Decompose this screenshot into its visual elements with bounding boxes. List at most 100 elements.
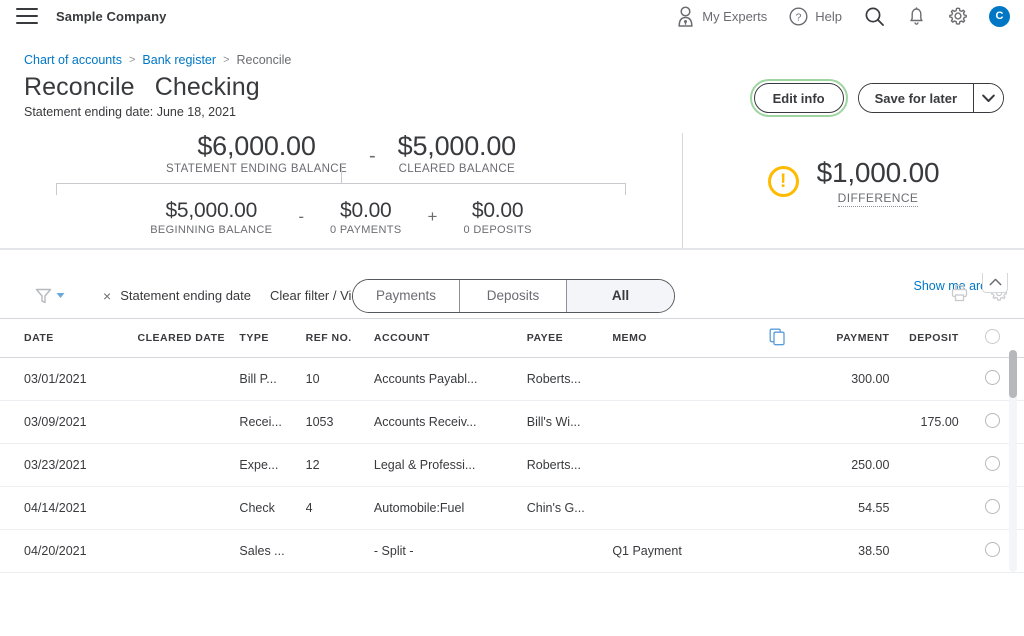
cell-ref-no [305, 529, 374, 573]
column-header-type[interactable]: TYPE [239, 317, 306, 358]
edit-info-button[interactable]: Edit info [753, 83, 844, 113]
table-row[interactable]: 04/20/2021 Sales ... - Split - Q1 Payment 38… [0, 529, 1024, 573]
page-account-name: Checking [154, 73, 260, 101]
row-select-circle-icon[interactable] [984, 412, 1000, 428]
cell-account: Accounts Receiv... [373, 400, 527, 444]
table-scrollbar-thumb[interactable] [1009, 349, 1017, 398]
cell-memo [612, 400, 750, 444]
cell-account: - Split - [373, 572, 527, 580]
cell-date: 03/09/2021 [0, 400, 138, 444]
cell-ref-no: 12 [305, 443, 374, 487]
cell-type: Check [239, 486, 306, 530]
hamburger-menu-icon[interactable] [16, 8, 38, 24]
operator-minus-top: - [368, 144, 376, 167]
column-header-memo[interactable]: MEMO [612, 317, 750, 358]
cell-attachment[interactable] [749, 486, 806, 530]
table-body: 03/01/2021 Bill P... 10 Accounts Payabl... R… [0, 357, 1024, 580]
column-header-date[interactable]: DATE [0, 317, 138, 358]
segment-all[interactable]: All [567, 279, 674, 312]
breadcrumb-chart-of-accounts[interactable]: Chart of accounts [24, 53, 122, 67]
cell-date: 03/01/2021 [0, 357, 138, 401]
cell-payee: Bill's Wi... [526, 400, 613, 444]
printer-icon[interactable] [951, 284, 968, 307]
cell-attachment[interactable] [749, 572, 806, 580]
cell-cleared-date [137, 400, 240, 444]
row-select-circle-icon[interactable] [984, 541, 1000, 557]
search-icon [864, 6, 885, 27]
svg-text:?: ? [796, 11, 802, 23]
cell-payment: 38.50 [805, 529, 890, 573]
page-title: Reconcile Checking [24, 73, 260, 103]
cell-date: 04/20/2021 [0, 529, 138, 573]
table-row[interactable]: 03/23/2021 Expe... 12 Legal & Professi... Ro… [0, 443, 1024, 487]
save-for-later-chevron-down-icon[interactable] [973, 84, 1003, 112]
table-header-row: DATE CLEARED DATE TYPE REF NO. ACCOUNT P… [0, 317, 1024, 358]
cell-memo [612, 357, 750, 401]
notifications-button[interactable] [896, 6, 937, 26]
cell-attachment[interactable] [749, 357, 806, 401]
collapse-summary-chevron-up-icon[interactable] [982, 272, 1008, 293]
row-select-circle-icon[interactable] [984, 455, 1000, 471]
cell-payment: 300.00 [805, 357, 890, 401]
cell-attachment[interactable] [749, 529, 806, 573]
difference-label[interactable]: DIFFERENCE [837, 191, 919, 207]
cell-memo [612, 486, 750, 530]
save-for-later-button[interactable]: Save for later [858, 84, 973, 112]
cell-deposit [889, 486, 961, 530]
deposits-cell: $0.00 0 DEPOSITS [463, 199, 531, 236]
cell-cleared-date [137, 486, 240, 530]
cell-ref-no: 1053 [305, 400, 374, 444]
cell-deposit [889, 572, 961, 580]
breadcrumb: Chart of accounts > Bank register > Reco… [0, 33, 1024, 67]
summary-bracket [56, 164, 626, 195]
cell-attachment[interactable] [749, 400, 806, 444]
difference-values: $1,000.00 DIFFERENCE [817, 157, 940, 207]
column-header-payment[interactable]: PAYMENT [805, 317, 890, 358]
table-scrollbar[interactable] [1009, 349, 1017, 572]
save-for-later-split-button: Save for later [857, 83, 1004, 113]
cell-ref-no: 4 [305, 486, 374, 530]
filter-chip-label: Statement ending date [120, 288, 252, 304]
cell-attachment[interactable] [749, 443, 806, 487]
help-question-icon: ? [789, 6, 808, 26]
user-avatar[interactable]: C [989, 5, 1010, 27]
page-title-block: Reconcile Checking Statement ending date:… [24, 73, 260, 119]
cell-type: Bill P... [239, 357, 306, 401]
column-header-account[interactable]: ACCOUNT [373, 317, 527, 358]
cell-memo: Q1 Payment [612, 529, 750, 573]
column-header-cleared-date[interactable]: CLEARED DATE [137, 317, 240, 358]
segment-payments[interactable]: Payments [353, 279, 460, 312]
select-all-circle-icon[interactable] [984, 329, 1000, 345]
table-row[interactable]: 04/20/2021 Sales ... - Split - Q1 Payment 38… [0, 572, 1024, 580]
cell-type: Sales ... [239, 529, 306, 573]
cell-memo [612, 443, 750, 487]
table-row[interactable]: 03/01/2021 Bill P... 10 Accounts Payabl... R… [0, 357, 1024, 401]
column-header-payee[interactable]: PAYEE [526, 317, 613, 358]
remove-filter-chip-icon[interactable]: × [103, 288, 111, 304]
column-header-deposit[interactable]: DEPOSIT [889, 317, 961, 358]
help-button[interactable]: ? Help [778, 6, 853, 26]
breadcrumb-current-reconcile: Reconcile [236, 53, 292, 67]
company-name: Sample Company [56, 8, 167, 24]
cell-date: 03/23/2021 [0, 443, 138, 487]
cell-select[interactable] [960, 572, 1024, 580]
difference-block: ! $1,000.00 DIFFERENCE [683, 131, 1024, 207]
filter-funnel-icon[interactable] [34, 287, 65, 305]
cell-type: Expe... [239, 443, 306, 487]
cell-deposit [889, 357, 961, 401]
table-row[interactable]: 03/09/2021 Recei... 1053 Accounts Receiv...… [0, 400, 1024, 444]
cell-account: Legal & Professi... [373, 443, 527, 487]
my-experts-button[interactable]: My Experts [665, 5, 778, 27]
settings-button[interactable] [937, 6, 979, 26]
beginning-balance-value: $5,000.00 [165, 198, 258, 222]
row-select-circle-icon[interactable] [984, 498, 1000, 514]
breadcrumb-bank-register[interactable]: Bank register [142, 53, 216, 67]
column-header-ref-no[interactable]: REF NO. [305, 317, 374, 358]
cell-type: Recei... [239, 400, 306, 444]
operator-plus: + [427, 206, 438, 226]
search-button[interactable] [853, 6, 896, 27]
cleared-balance-value: $5,000.00 [397, 130, 517, 161]
row-select-circle-icon[interactable] [984, 369, 1000, 385]
segment-deposits[interactable]: Deposits [460, 279, 567, 312]
table-row[interactable]: 04/14/2021 Check 4 Automobile:Fuel Chin's G.… [0, 486, 1024, 530]
